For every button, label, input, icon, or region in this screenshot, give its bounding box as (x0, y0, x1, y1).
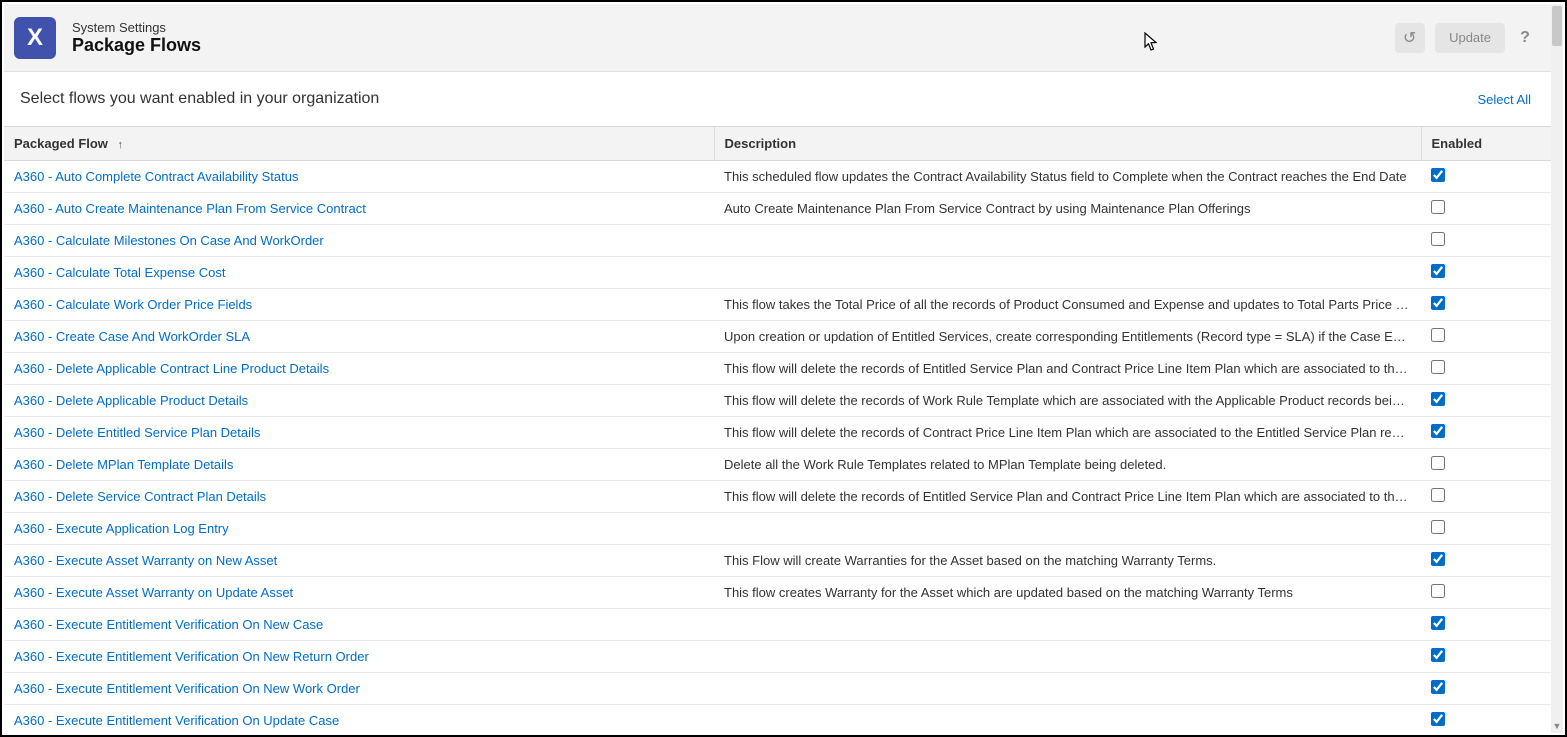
enabled-checkbox[interactable] (1431, 520, 1445, 534)
enabled-checkbox[interactable] (1431, 264, 1445, 278)
flow-link[interactable]: A360 - Execute Entitlement Verification … (14, 617, 323, 632)
flows-table: Packaged Flow ↑ Description Enabled A360… (4, 126, 1551, 733)
flow-description: This flow will delete the records of Ent… (714, 481, 1421, 513)
table-row: A360 - Execute Application Log Entry (4, 513, 1551, 545)
flow-link[interactable]: A360 - Delete Applicable Contract Line P… (14, 361, 329, 376)
sort-asc-icon: ↑ (118, 139, 124, 151)
col-header-description-label: Description (725, 136, 797, 151)
page-header: X System Settings Package Flows ↻ Update… (4, 4, 1551, 72)
enabled-checkbox[interactable] (1431, 712, 1445, 726)
enabled-checkbox[interactable] (1431, 648, 1445, 662)
enabled-checkbox[interactable] (1431, 680, 1445, 694)
scroll-down-icon[interactable]: ▼ (1551, 719, 1563, 733)
enabled-checkbox[interactable] (1431, 232, 1445, 246)
enabled-checkbox[interactable] (1431, 328, 1445, 342)
flow-description: This flow takes the Total Price of all t… (714, 289, 1421, 321)
flow-description: This flow will delete the records of Ent… (714, 353, 1421, 385)
flow-link[interactable]: A360 - Create Case And WorkOrder SLA (14, 329, 250, 344)
table-row: A360 - Execute Entitlement Verification … (4, 609, 1551, 641)
flow-link[interactable]: A360 - Execute Entitlement Verification … (14, 681, 360, 696)
table-row: A360 - Auto Complete Contract Availabili… (4, 161, 1551, 193)
flow-link[interactable]: A360 - Execute Application Log Entry (14, 521, 229, 536)
vertical-scrollbar[interactable]: ▲ ▼ (1551, 4, 1563, 733)
table-row: A360 - Delete Entitled Service Plan Deta… (4, 417, 1551, 449)
table-row: A360 - Execute Asset Warranty on New Ass… (4, 545, 1551, 577)
flow-description (714, 225, 1421, 257)
flow-description (714, 257, 1421, 289)
flow-description: Upon creation or updation of Entitled Se… (714, 321, 1421, 353)
flow-link[interactable]: A360 - Auto Complete Contract Availabili… (14, 169, 298, 184)
table-row: A360 - Auto Create Maintenance Plan From… (4, 193, 1551, 225)
flow-link[interactable]: A360 - Delete Entitled Service Plan Deta… (14, 425, 260, 440)
undo-icon: ↻ (1403, 28, 1416, 48)
table-row: A360 - Calculate Work Order Price Fields… (4, 289, 1551, 321)
flow-description: This scheduled flow updates the Contract… (714, 161, 1421, 193)
enabled-checkbox[interactable] (1431, 584, 1445, 598)
update-button[interactable]: Update (1435, 23, 1505, 53)
col-header-flow-label: Packaged Flow (14, 136, 108, 151)
help-icon[interactable]: ? (1515, 28, 1535, 48)
flow-description (714, 609, 1421, 641)
flow-description (714, 705, 1421, 734)
enabled-checkbox[interactable] (1431, 616, 1445, 630)
flow-link[interactable]: A360 - Delete MPlan Template Details (14, 457, 233, 472)
enabled-checkbox[interactable] (1431, 168, 1445, 182)
col-header-enabled[interactable]: Enabled (1421, 127, 1551, 161)
flow-link[interactable]: A360 - Execute Entitlement Verification … (14, 713, 339, 728)
flow-description: This flow will delete the records of Con… (714, 417, 1421, 449)
enabled-checkbox[interactable] (1431, 296, 1445, 310)
breadcrumb: System Settings (72, 20, 201, 35)
header-actions: ↻ Update ? (1395, 23, 1535, 53)
table-row: A360 - Execute Entitlement Verification … (4, 673, 1551, 705)
table-row: A360 - Execute Entitlement Verification … (4, 641, 1551, 673)
table-row: A360 - Calculate Total Expense Cost (4, 257, 1551, 289)
table-row: A360 - Execute Entitlement Verification … (4, 705, 1551, 734)
flow-link[interactable]: A360 - Calculate Milestones On Case And … (14, 233, 324, 248)
table-row: A360 - Delete Service Contract Plan Deta… (4, 481, 1551, 513)
table-row: A360 - Delete MPlan Template Details Dele… (4, 449, 1551, 481)
undo-button[interactable]: ↻ (1395, 23, 1425, 53)
enabled-checkbox[interactable] (1431, 552, 1445, 566)
flow-description (714, 673, 1421, 705)
flow-link[interactable]: A360 - Execute Asset Warranty on Update … (14, 585, 293, 600)
table-row: A360 - Calculate Milestones On Case And … (4, 225, 1551, 257)
flow-description (714, 641, 1421, 673)
flow-link[interactable]: A360 - Delete Service Contract Plan Deta… (14, 489, 266, 504)
title-block: System Settings Package Flows (72, 20, 201, 56)
col-header-flow[interactable]: Packaged Flow ↑ (4, 127, 714, 161)
scroll-thumb[interactable] (1552, 6, 1562, 46)
enabled-checkbox[interactable] (1431, 360, 1445, 374)
flow-description: This flow will delete the records of Wor… (714, 385, 1421, 417)
flow-description: This flow creates Warranty for the Asset… (714, 577, 1421, 609)
page-title: Package Flows (72, 35, 201, 56)
flow-description: Auto Create Maintenance Plan From Servic… (714, 193, 1421, 225)
table-row: A360 - Create Case And WorkOrder SLA Upon… (4, 321, 1551, 353)
table-row: A360 - Delete Applicable Contract Line P… (4, 353, 1551, 385)
table-row: A360 - Delete Applicable Product Details… (4, 385, 1551, 417)
flow-link[interactable]: A360 - Calculate Work Order Price Fields (14, 297, 252, 312)
flow-description: This Flow will create Warranties for the… (714, 545, 1421, 577)
enabled-checkbox[interactable] (1431, 392, 1445, 406)
enabled-checkbox[interactable] (1431, 424, 1445, 438)
subheader: Select flows you want enabled in your or… (4, 72, 1551, 126)
flow-link[interactable]: A360 - Calculate Total Expense Cost (14, 265, 226, 280)
app-logo-letter: X (27, 24, 43, 52)
subheader-text: Select flows you want enabled in your or… (20, 90, 379, 108)
flow-description: Delete all the Work Rule Templates relat… (714, 449, 1421, 481)
enabled-checkbox[interactable] (1431, 488, 1445, 502)
col-header-enabled-label: Enabled (1432, 136, 1483, 151)
flow-link[interactable]: A360 - Execute Asset Warranty on New Ass… (14, 553, 277, 568)
enabled-checkbox[interactable] (1431, 200, 1445, 214)
col-header-description[interactable]: Description (714, 127, 1421, 161)
flow-link[interactable]: A360 - Auto Create Maintenance Plan From… (14, 201, 366, 216)
app-logo: X (14, 17, 56, 59)
table-row: A360 - Execute Asset Warranty on Update … (4, 577, 1551, 609)
flow-link[interactable]: A360 - Execute Entitlement Verification … (14, 649, 369, 664)
flow-link[interactable]: A360 - Delete Applicable Product Details (14, 393, 248, 408)
enabled-checkbox[interactable] (1431, 456, 1445, 470)
select-all-link[interactable]: Select All (1478, 92, 1531, 107)
flow-description (714, 513, 1421, 545)
